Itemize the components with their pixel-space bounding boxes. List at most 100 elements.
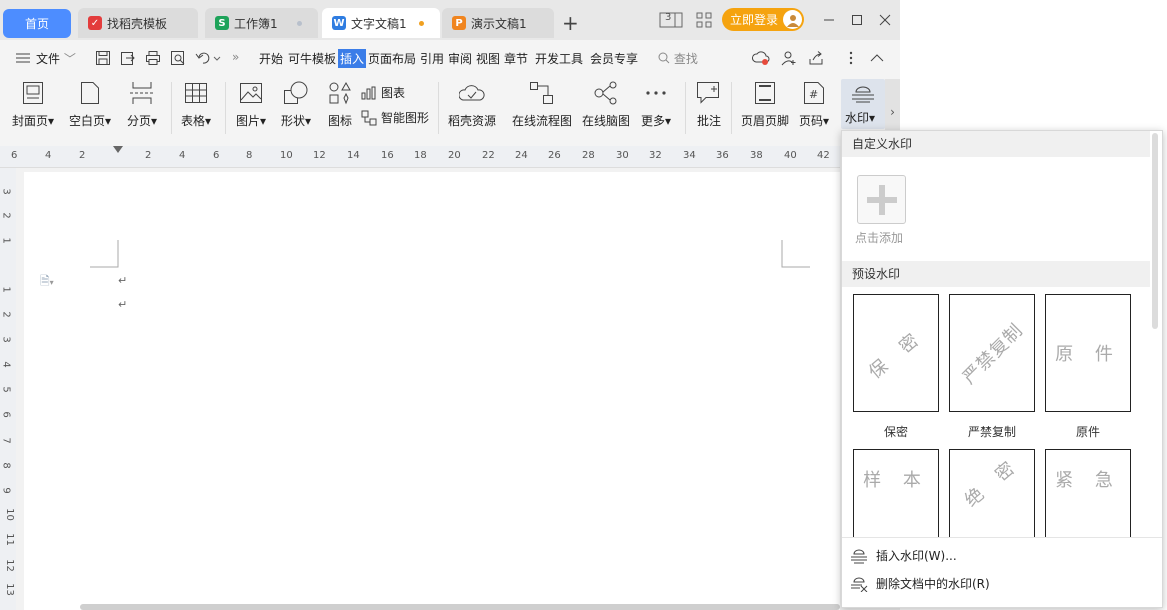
watermark-text: 绝 密 <box>961 452 1025 512</box>
print-preview-button[interactable] <box>169 49 187 67</box>
preset-watermark[interactable]: 样 本 <box>853 449 939 537</box>
page-number-label: 页码 <box>799 114 824 128</box>
online-mindmap-button[interactable]: 在线脑图 <box>582 80 630 129</box>
login-button[interactable]: 立即登录 <box>722 8 804 31</box>
ribbon-divider <box>685 82 686 134</box>
docer-resource-button[interactable]: 稻壳资源 <box>448 80 496 129</box>
comment-label: 批注 <box>696 114 721 128</box>
indent-marker[interactable] <box>113 146 123 153</box>
user-icon <box>786 14 799 27</box>
menu-templates[interactable]: 可牛模板 <box>288 50 336 67</box>
ruler-tick-label: 6 <box>0 411 12 418</box>
paragraph-style-icon[interactable]: 🗎▾ <box>40 272 54 293</box>
ribbon-insert: 封面页▾ 空白页▾ 分页▾ 表格▾ 图片▾ 形状▾ 图标 图表 智能图形 稻壳资… <box>0 76 900 146</box>
cover-page-button[interactable]: 封面页▾ <box>12 80 54 129</box>
save-button[interactable] <box>94 49 112 67</box>
search-icon <box>658 52 670 64</box>
page-break-button[interactable]: 分页▾ <box>127 80 157 129</box>
docer-resource-label: 稻壳资源 <box>448 114 497 128</box>
maximize-button[interactable] <box>848 10 866 30</box>
export-icon <box>121 52 135 65</box>
page-number-button[interactable]: # 页码▾ <box>799 80 829 129</box>
menu-member[interactable]: 会员专享 <box>590 50 638 67</box>
menu-page-layout[interactable]: 页面布局 <box>368 50 416 67</box>
presentation-icon: P <box>452 16 466 30</box>
paragraph-mark-icon: ↵ <box>118 298 128 311</box>
ruler-tick-label: 1 <box>0 286 12 293</box>
tab-workbook[interactable]: S 工作簿1 <box>205 8 318 38</box>
table-button[interactable]: 表格▾ <box>181 80 211 129</box>
preview-icon <box>171 51 185 65</box>
picture-button[interactable]: 图片▾ <box>236 80 266 129</box>
more-button[interactable]: 更多▾ <box>641 80 671 129</box>
more-quick-icon[interactable]: » <box>232 50 239 64</box>
shape-button[interactable]: 形状▾ <box>281 80 311 129</box>
ruler-tick-label: 22 <box>482 150 495 161</box>
panel-scrollbar[interactable] <box>1152 133 1158 329</box>
undo-button[interactable] <box>194 49 224 67</box>
chart-label: 图表 <box>381 86 406 100</box>
menu-bar: 文件 ﹀ » 开始 可牛模板 插入 页面布局 引用 审阅 视图 章节 开发工具 … <box>0 40 900 76</box>
ruler-tick-label: 38 <box>750 150 763 161</box>
smart-art-button[interactable]: 智能图形 <box>361 109 429 126</box>
preset-watermark[interactable]: 绝 密 <box>949 449 1035 537</box>
window-count-button[interactable]: 3 <box>658 10 684 30</box>
add-custom-watermark-button[interactable] <box>857 175 906 224</box>
menu-review[interactable]: 审阅 <box>448 50 472 67</box>
document-page[interactable]: 🗎▾ ↵ ↵ <box>24 172 840 610</box>
preset-watermark[interactable]: 原 件 <box>1045 294 1131 412</box>
undo-icon <box>195 52 221 64</box>
export-pdf-button[interactable] <box>119 49 137 67</box>
print-button[interactable] <box>144 49 162 67</box>
more-options-icon[interactable] <box>842 49 860 67</box>
share-user-button[interactable] <box>780 49 798 67</box>
menu-view[interactable]: 视图 <box>476 50 500 67</box>
watermark-button[interactable]: 水印▾ <box>841 79 885 129</box>
comment-button[interactable]: 批注 <box>696 80 722 129</box>
minimize-button[interactable] <box>820 10 838 30</box>
search-box[interactable]: 查找 <box>658 50 698 67</box>
cloud-sync-button[interactable] <box>752 49 770 67</box>
preset-watermark[interactable]: 保 密 <box>853 294 939 412</box>
tab-presentation[interactable]: P 演示文稿1 <box>442 8 554 38</box>
new-tab-button[interactable]: + <box>562 10 579 36</box>
ruler-tick-label: 42 <box>817 150 830 161</box>
ruler-tick-label: 3 <box>0 336 12 343</box>
menu-references[interactable]: 引用 <box>420 50 444 67</box>
horizontal-scrollbar[interactable] <box>80 604 840 610</box>
app-grid-button[interactable] <box>694 10 714 30</box>
tab-bar: 首页 ✓ 找稻壳模板 S 工作簿1 W 文字文稿1 P 演示文稿1 + 3 立即… <box>0 0 900 40</box>
share-button[interactable] <box>807 49 825 67</box>
icon-library-button[interactable]: 图标 <box>327 80 353 129</box>
insert-watermark-label: 插入水印(W)... <box>876 549 957 563</box>
menu-developer[interactable]: 开发工具 <box>535 50 583 67</box>
cover-page-label: 封面页 <box>12 114 49 128</box>
table-icon <box>185 83 208 103</box>
ruler-tick-label: 4 <box>0 361 12 368</box>
file-menu[interactable]: 文件 ﹀ <box>36 50 76 67</box>
tab-docer-templates[interactable]: ✓ 找稻壳模板 <box>78 8 198 38</box>
menu-insert[interactable]: 插入 <box>338 49 367 68</box>
ruler-tick-label: 10 <box>280 150 293 161</box>
chevron-down-icon: ﹀ <box>63 52 76 66</box>
menu-start[interactable]: 开始 <box>259 50 283 67</box>
ruler-tick-label: 12 <box>3 559 15 572</box>
close-button[interactable] <box>876 10 894 30</box>
ruler-tick-label: 6 <box>11 150 18 161</box>
tab-writer-doc[interactable]: W 文字文稿1 <box>322 8 440 38</box>
delete-watermark-item[interactable]: 删除文档中的水印(R) <box>850 575 990 592</box>
preset-watermark[interactable]: 严禁复制 <box>949 294 1035 412</box>
collapse-ribbon-icon[interactable] <box>868 49 886 67</box>
tab-home[interactable]: 首页 <box>3 9 71 38</box>
hamburger-icon[interactable] <box>14 49 32 67</box>
menu-chapter[interactable]: 章节 <box>504 50 528 67</box>
ruler-tick-label: 28 <box>582 150 595 161</box>
ruler-tick-label: 26 <box>548 150 561 161</box>
window-count: 3 <box>665 12 672 23</box>
insert-watermark-item[interactable]: 插入水印(W)... <box>850 547 957 564</box>
preset-watermark[interactable]: 紧 急 <box>1045 449 1131 537</box>
online-flowchart-button[interactable]: 在线流程图 <box>512 80 572 129</box>
blank-page-button[interactable]: 空白页▾ <box>69 80 111 129</box>
header-footer-button[interactable]: 页眉页脚 <box>741 80 789 129</box>
chart-button[interactable]: 图表 <box>361 84 405 101</box>
